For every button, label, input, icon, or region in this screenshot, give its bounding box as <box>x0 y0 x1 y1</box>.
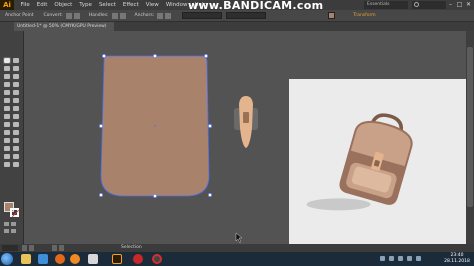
tray-up-arrow-icon[interactable] <box>380 256 385 261</box>
taskbar-clock[interactable]: 23:40 28.11.2018 <box>443 253 471 265</box>
illustrator-window: Ai File Edit Object Type Select Effect V… <box>0 0 474 266</box>
media-icon[interactable] <box>55 254 65 264</box>
flag-icon[interactable] <box>407 256 412 261</box>
opera-icon[interactable] <box>152 254 162 264</box>
start-icon[interactable] <box>1 253 13 265</box>
explorer-icon[interactable] <box>21 254 31 264</box>
system-tray <box>380 255 440 263</box>
volume-icon[interactable] <box>398 256 403 261</box>
firefox-icon[interactable] <box>70 254 80 264</box>
clock-date: 28.11.2018 <box>444 259 470 264</box>
yandex-icon[interactable] <box>88 254 98 264</box>
browser-icon[interactable] <box>38 254 48 264</box>
mouse-cursor <box>235 232 243 244</box>
illustrator-icon[interactable] <box>112 254 122 264</box>
windows-taskbar: 23:40 28.11.2018 <box>0 252 474 266</box>
network-icon[interactable] <box>389 256 394 261</box>
bandicam-icon[interactable] <box>133 254 143 264</box>
language-icon[interactable] <box>416 256 421 261</box>
